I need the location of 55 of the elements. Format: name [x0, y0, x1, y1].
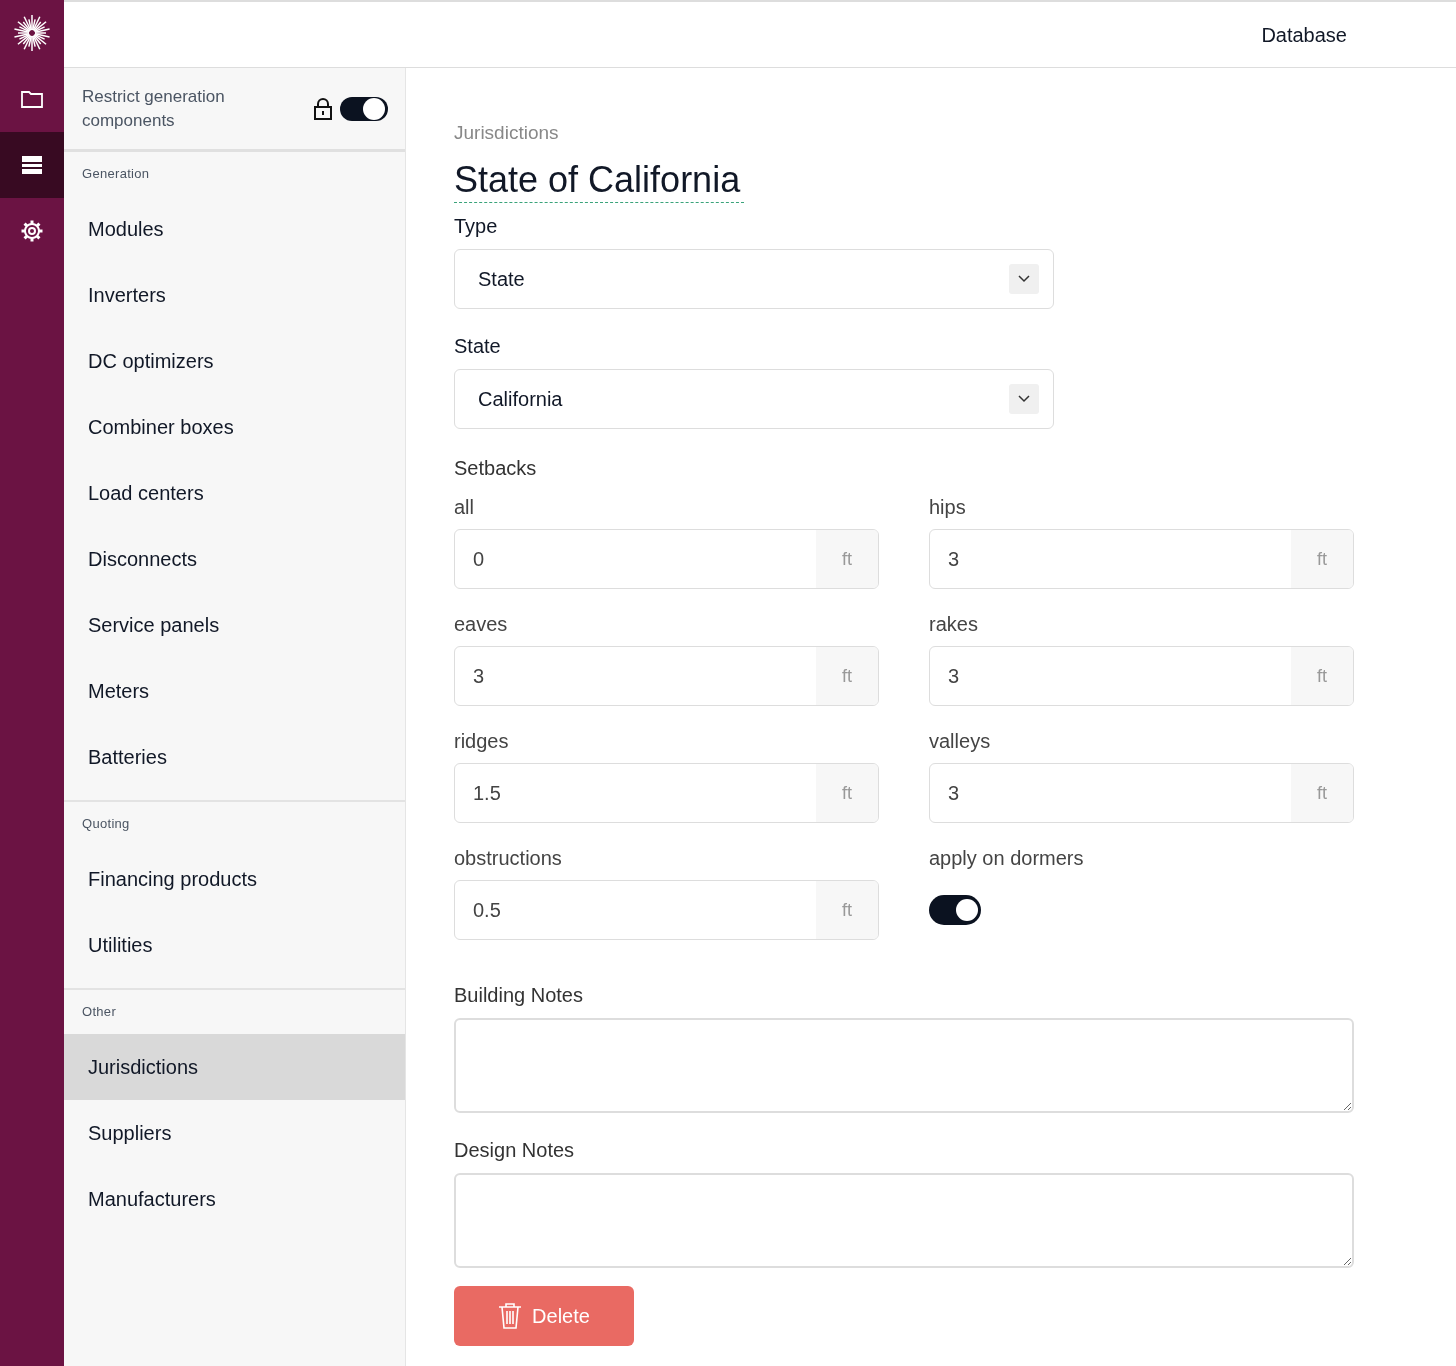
field-label: hips: [929, 495, 967, 519]
folder-icon: [20, 89, 44, 109]
section-heading: Setbacks: [454, 456, 538, 481]
title-field[interactable]: State of California: [454, 158, 745, 203]
chevron-down-icon: [1018, 395, 1030, 403]
notes-field[interactable]: [454, 1018, 1354, 1113]
section-heading: Generation: [82, 165, 150, 184]
nav-item[interactable]: Service panels: [64, 592, 405, 658]
field-label: obstructions: [454, 846, 563, 870]
number-field[interactable]: 3 ft: [929, 646, 1354, 706]
notes-field[interactable]: [454, 1173, 1354, 1268]
nav-item[interactable]: Suppliers: [64, 1100, 405, 1166]
field-label: eaves: [454, 612, 509, 636]
nav-item[interactable]: Financing products: [64, 846, 405, 912]
trash-icon: [498, 1302, 523, 1330]
nav-item[interactable]: Manufacturers: [64, 1166, 405, 1232]
lock-icon: [314, 97, 332, 120]
field-label: valleys: [929, 729, 992, 753]
nav-item[interactable]: Combiner boxes: [64, 394, 405, 460]
nav-item[interactable]: Modules: [64, 196, 405, 262]
chevron-down-icon: [1018, 275, 1030, 283]
nav-item[interactable]: Jurisdictions: [64, 1034, 405, 1100]
breadcrumb[interactable]: Jurisdictions: [454, 120, 1354, 146]
select-field[interactable]: State: [454, 249, 1054, 309]
nav-item[interactable]: Batteries: [64, 724, 405, 790]
field-label: rakes: [929, 612, 979, 636]
number-field[interactable]: 0 ft: [454, 529, 879, 589]
field-label: State: [454, 334, 502, 359]
toggle-switch[interactable]: [929, 895, 981, 925]
nav-item[interactable]: DC optimizers: [64, 328, 405, 394]
list-icon: [21, 155, 43, 175]
nav-item[interactable]: Disconnects: [64, 526, 405, 592]
field-label: Type: [454, 214, 499, 239]
nav-item[interactable]: Utilities: [64, 912, 405, 978]
field-label: ridges: [454, 729, 510, 753]
restrict-label: Restrict generation components: [82, 85, 226, 132]
nav-item[interactable]: Load centers: [64, 460, 405, 526]
field-label: Design Notes: [454, 1138, 576, 1163]
number-field[interactable]: 3 ft: [929, 529, 1354, 589]
toggle-switch[interactable]: [340, 96, 388, 121]
settings-icon: [20, 219, 44, 243]
section-heading: Other: [82, 1003, 116, 1022]
section-heading: Quoting: [82, 815, 130, 834]
select-field[interactable]: California: [454, 369, 1054, 429]
number-field[interactable]: 0.5 ft: [454, 880, 879, 940]
page-title: Database: [1261, 22, 1347, 48]
field-label: apply on dormers: [929, 846, 1085, 870]
field-label: all: [454, 495, 475, 519]
number-field[interactable]: 3 ft: [929, 763, 1354, 823]
logo-icon: [13, 14, 51, 52]
nav-item[interactable]: Meters: [64, 658, 405, 724]
number-field[interactable]: 3 ft: [454, 646, 879, 706]
field-label: Building Notes: [454, 983, 584, 1008]
number-field[interactable]: 1.5 ft: [454, 763, 879, 823]
nav-item[interactable]: Inverters: [64, 262, 405, 328]
